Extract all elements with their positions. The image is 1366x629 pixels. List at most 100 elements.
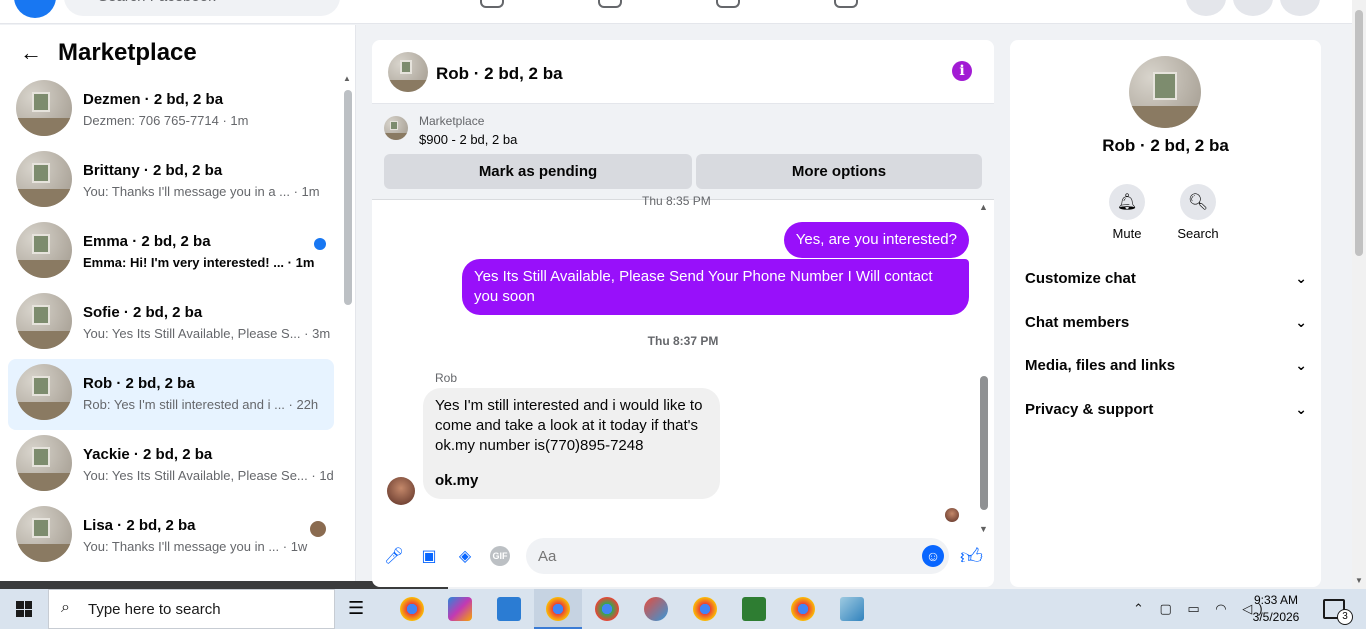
- app-icon[interactable]: [742, 597, 766, 621]
- notepad-icon[interactable]: [840, 597, 864, 621]
- message-composer: 🎤︎ ▣ ◈ GIF ☺ 👍︎: [372, 536, 994, 580]
- sender-name: Rob: [435, 371, 458, 385]
- account-avatar[interactable]: [1280, 0, 1320, 16]
- scroll-down-arrow-icon[interactable]: ▼: [979, 524, 988, 534]
- section-label: Media, files and links: [1025, 357, 1176, 374]
- mute-button[interactable]: 🔔︎ Mute: [1097, 184, 1157, 241]
- conversation-list: Dezmen · 2 bd, 2 ba Dezmen: 706 765-7714…: [8, 75, 334, 572]
- sidebar-header: ← Marketplace: [20, 39, 197, 67]
- task-view-icon[interactable]: ☰: [348, 598, 372, 622]
- marketplace-listing-panel: Marketplace $900 - 2 bd, 2 ba Mark as pe…: [372, 104, 994, 200]
- search-label: Search: [1177, 226, 1219, 241]
- mark-as-pending-button[interactable]: Mark as pending: [384, 154, 692, 189]
- chat-window: Rob · 2 bd, 2 ba i Marketplace $900 - 2 …: [372, 40, 994, 587]
- info-icon[interactable]: i: [952, 61, 972, 81]
- section-chat-members[interactable]: Chat members ⌄: [1025, 314, 1307, 338]
- message-thread: Thu 8:35 PM Yes, are you interested? Yes…: [372, 194, 994, 528]
- notification-center-icon[interactable]: 3: [1323, 599, 1353, 625]
- chat-title[interactable]: Rob · 2 bd, 2 ba: [436, 64, 563, 84]
- message-link-preview[interactable]: ok.my: [435, 471, 708, 491]
- conversation-item[interactable]: Dezmen · 2 bd, 2 ba Dezmen: 706 765-7714…: [8, 75, 334, 146]
- taskbar-clock[interactable]: 9:33 AM 3/5/2026: [1244, 592, 1308, 626]
- conversation-item[interactable]: Emma · 2 bd, 2 ba Emma: Hi! I'm very int…: [8, 217, 334, 288]
- search-icon: ⌕: [61, 599, 70, 616]
- search-button[interactable]: 🔍︎ Search: [1168, 184, 1228, 241]
- marketplace-nav-icon[interactable]: [480, 0, 504, 8]
- section-customize-chat[interactable]: Customize chat ⌄: [1025, 270, 1307, 294]
- incoming-message[interactable]: Yes I'm still interested and i would lik…: [423, 388, 720, 499]
- chrome-icon[interactable]: [595, 597, 619, 621]
- conversation-item[interactable]: Lisa · 2 bd, 2 ba You: Thanks I'll messa…: [8, 501, 334, 572]
- outgoing-message[interactable]: Yes, are you interested?: [783, 222, 969, 258]
- chevron-down-icon: ⌄: [1295, 357, 1307, 373]
- section-privacy-support[interactable]: Privacy & support ⌄: [1025, 401, 1307, 425]
- notifications-icon[interactable]: [1233, 0, 1273, 16]
- sidebar-scrollbar[interactable]: ▲: [343, 74, 353, 590]
- chat-info-panel: Rob · 2 bd, 2 ba 🔔︎ Mute 🔍︎ Search Custo…: [1010, 40, 1321, 587]
- message-input[interactable]: [526, 538, 949, 574]
- chat-scrollbar-thumb[interactable]: [980, 376, 988, 510]
- page-scrollbar[interactable]: ▼: [1352, 0, 1366, 589]
- conversation-item[interactable]: Brittany · 2 bd, 2 ba You: Thanks I'll m…: [8, 146, 334, 217]
- sender-avatar[interactable]: [387, 477, 415, 505]
- taskbar-search-text: Type here to search: [88, 601, 221, 618]
- taskbar-search-box[interactable]: ⌕ Type here to search: [48, 589, 335, 629]
- chrome-icon[interactable]: [400, 597, 424, 621]
- listing-price[interactable]: $900 - 2 bd, 2 ba: [419, 132, 517, 147]
- conversation-item[interactable]: Yackie · 2 bd, 2 ba You: Yes Its Still A…: [8, 430, 334, 501]
- section-label: Chat members: [1025, 314, 1130, 331]
- more-options-button[interactable]: More options: [696, 154, 982, 189]
- video-nav-icon[interactable]: [716, 0, 740, 8]
- profile-name: Rob · 2 bd, 2 ba: [1102, 136, 1229, 155]
- page-scrollbar-thumb[interactable]: [1355, 10, 1363, 256]
- news-app-icon[interactable]: [497, 597, 521, 621]
- start-button[interactable]: [0, 589, 48, 629]
- conversation-name: Rob · 2 bd, 2 ba: [83, 375, 195, 392]
- paint-icon[interactable]: [644, 597, 668, 621]
- conversation-name: Brittany · 2 bd, 2 ba: [83, 162, 223, 179]
- facebook-logo-icon[interactable]: [14, 0, 56, 18]
- scroll-up-arrow-icon[interactable]: ▲: [979, 202, 988, 212]
- listing-avatar: [16, 293, 72, 349]
- page-title: Marketplace: [58, 39, 197, 66]
- conversation-snippet: Emma: Hi! I'm very interested! ... · 1m: [83, 255, 315, 270]
- sticker-icon[interactable]: ◈: [455, 546, 475, 566]
- listing-avatar: [16, 151, 72, 207]
- photo-icon[interactable]: ▣: [419, 546, 439, 566]
- chrome-icon[interactable]: [791, 597, 815, 621]
- thumbs-up-icon[interactable]: 👍︎: [960, 543, 983, 570]
- listing-thumbnail[interactable]: [384, 116, 408, 140]
- copilot-icon[interactable]: [448, 597, 472, 621]
- chat-avatar[interactable]: [388, 52, 428, 92]
- emoji-icon[interactable]: ☺: [922, 545, 944, 567]
- gif-icon[interactable]: GIF: [490, 546, 510, 566]
- conversation-snippet: You: Thanks I'll message you in a ... · …: [83, 184, 320, 199]
- back-arrow-icon[interactable]: ←: [20, 40, 42, 66]
- conversation-snippet: Dezmen: 706 765-7714 · 1m: [83, 113, 249, 128]
- outgoing-message[interactable]: Yes Its Still Available, Please Send You…: [462, 259, 969, 315]
- sidebar-scrollbar-thumb[interactable]: [344, 90, 352, 305]
- scroll-up-arrow-icon[interactable]: ▲: [343, 74, 351, 83]
- menu-grid-icon[interactable]: [1186, 0, 1226, 16]
- conversation-snippet: Rob: Yes I'm still interested and i ... …: [83, 397, 319, 412]
- groups-nav-icon[interactable]: [598, 0, 622, 8]
- profile-avatar[interactable]: [1129, 56, 1201, 128]
- notification-count-badge: 3: [1337, 609, 1353, 625]
- conversation-item-active[interactable]: Rob · 2 bd, 2 ba Rob: Yes I'm still inte…: [8, 359, 334, 430]
- chrome-icon[interactable]: [546, 597, 570, 621]
- scroll-down-arrow-icon[interactable]: ▼: [1355, 576, 1363, 585]
- chat-header: Rob · 2 bd, 2 ba i: [372, 40, 994, 104]
- gaming-nav-icon[interactable]: [834, 0, 858, 8]
- conversation-sidebar: ← Marketplace Dezmen · 2 bd, 2 ba Dezmen…: [0, 25, 356, 589]
- conversation-name: Lisa · 2 bd, 2 ba: [83, 517, 196, 534]
- chrome-icon[interactable]: [693, 597, 717, 621]
- section-media-files[interactable]: Media, files and links ⌄: [1025, 357, 1307, 381]
- microphone-icon[interactable]: 🎤︎: [384, 546, 404, 566]
- marketplace-label: Marketplace: [419, 114, 485, 128]
- facebook-search-input[interactable]: Search Facebook: [64, 0, 340, 16]
- conversation-item[interactable]: Sofie · 2 bd, 2 ba You: Yes Its Still Av…: [8, 288, 334, 359]
- timestamp: Thu 8:37 PM: [647, 334, 719, 348]
- facebook-topbar: Search Facebook: [0, 0, 1352, 24]
- chat-scrollbar[interactable]: ▲ ▼: [978, 200, 990, 534]
- section-label: Customize chat: [1025, 270, 1136, 287]
